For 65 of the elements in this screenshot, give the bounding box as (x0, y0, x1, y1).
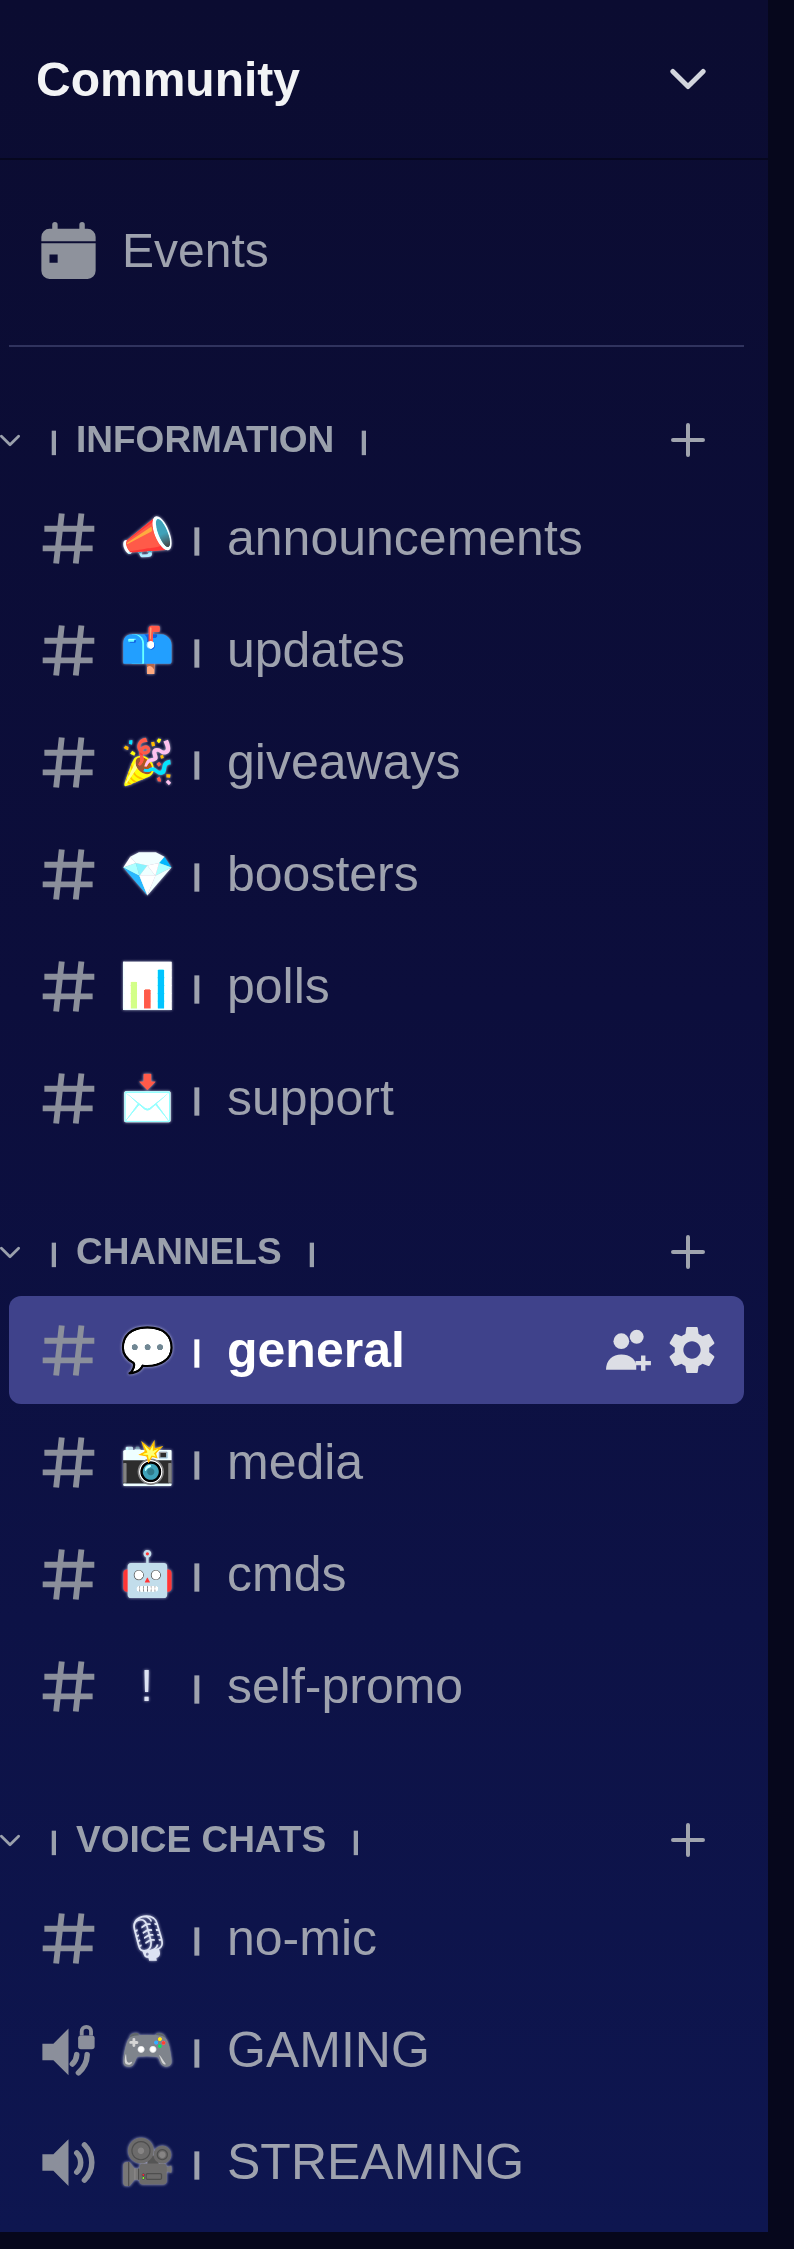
channel-item[interactable]: 💬ㅣ general (9, 1296, 744, 1404)
emoji-icon: 🎉 (120, 736, 173, 788)
channel-item[interactable]: 🎥ㅣ STREAMING (41, 2132, 525, 2192)
separator-glyph: ㅣ (181, 527, 213, 557)
emoji-icon: 📸 (120, 1436, 173, 1488)
separator-glyph: ㅣ (181, 2039, 213, 2069)
separator-glyph: ㅣ (181, 1339, 213, 1369)
gear-icon[interactable] (668, 1326, 716, 1374)
channel-item[interactable]: 🎙ㅣ no-mic (41, 1908, 378, 1968)
separator-glyph: ㅣ (181, 975, 213, 1005)
emoji-icon: 🎮 (120, 2024, 173, 2076)
plus-icon[interactable] (671, 1823, 705, 1857)
hash-icon (41, 734, 96, 790)
hash-icon (41, 1658, 96, 1714)
hash-icon (41, 1070, 96, 1126)
separator-glyph: ㅣ (181, 751, 213, 781)
separator-glyph: ㅣ (181, 2151, 213, 2181)
emoji-icon: 📊 (120, 960, 173, 1012)
emoji-icon: 📫 (120, 624, 173, 676)
emoji-icon: 💎 (120, 848, 173, 900)
calendar-icon (41, 221, 96, 279)
hash-icon (41, 1910, 96, 1966)
server-name: Community (36, 51, 300, 107)
chevron-down-icon[interactable] (0, 1833, 20, 1847)
separator-glyph: ㅣ (181, 1087, 213, 1117)
separator-glyph: ㅣ (181, 639, 213, 669)
emoji-icon: 📣 (120, 512, 173, 564)
channel-item[interactable]: ! ㅣ self-promo (41, 1656, 464, 1716)
channel-item[interactable]: 🎮ㅣ GAMING (41, 2020, 430, 2080)
hash-icon (41, 622, 96, 678)
emoji-icon: 🎥 (120, 2136, 173, 2188)
channel-item[interactable]: 📣ㅣ announcements (41, 508, 583, 568)
hash-icon (41, 1434, 96, 1490)
category-header[interactable]: ㅣ CHANNELS ㅣ (0, 1231, 330, 1273)
channel-item[interactable]: 📫ㅣ updates (41, 620, 405, 680)
channel-item[interactable]: 📩ㅣ support (41, 1068, 394, 1128)
channel-item[interactable]: 💎ㅣ boosters (41, 844, 419, 904)
emoji-icon: 🤖 (120, 1548, 173, 1600)
hash-icon (41, 846, 96, 902)
events-item[interactable]: Events (41, 221, 269, 279)
separator-glyph: ㅣ (181, 863, 213, 893)
chevron-down-icon[interactable] (0, 433, 20, 447)
emoji-icon: 💬 (120, 1324, 173, 1376)
channel-item[interactable]: 📸ㅣ media (41, 1432, 364, 1492)
channel-item[interactable]: 📊ㅣ polls (41, 956, 330, 1016)
chevron-down-icon[interactable] (0, 1245, 20, 1259)
emoji-icon: ! (120, 1660, 173, 1712)
speaker-lock-icon (41, 2022, 96, 2078)
separator-glyph: ㅣ (181, 1675, 213, 1705)
separator-glyph: ㅣ (181, 1563, 213, 1593)
category-header[interactable]: ㅣ INFORMATION ㅣ (0, 419, 383, 461)
separator-glyph: ㅣ (181, 1927, 213, 1957)
plus-icon[interactable] (671, 1235, 705, 1269)
hash-icon (41, 1546, 96, 1602)
chevron-down-icon[interactable] (670, 68, 706, 90)
emoji-icon: 📩 (120, 1072, 173, 1124)
hash-icon (41, 510, 96, 566)
channel-item[interactable]: 🤖ㅣ cmds (41, 1544, 347, 1604)
category-header[interactable]: ㅣ VOICE CHATS ㅣ (0, 1819, 375, 1861)
channel-item[interactable]: 🎉ㅣ giveaways (41, 732, 461, 792)
plus-icon[interactable] (671, 423, 705, 457)
hash-icon (41, 1322, 96, 1378)
emoji-icon: 🎙 (120, 1912, 173, 1964)
hash-icon (41, 958, 96, 1014)
separator-glyph: ㅣ (181, 1451, 213, 1481)
